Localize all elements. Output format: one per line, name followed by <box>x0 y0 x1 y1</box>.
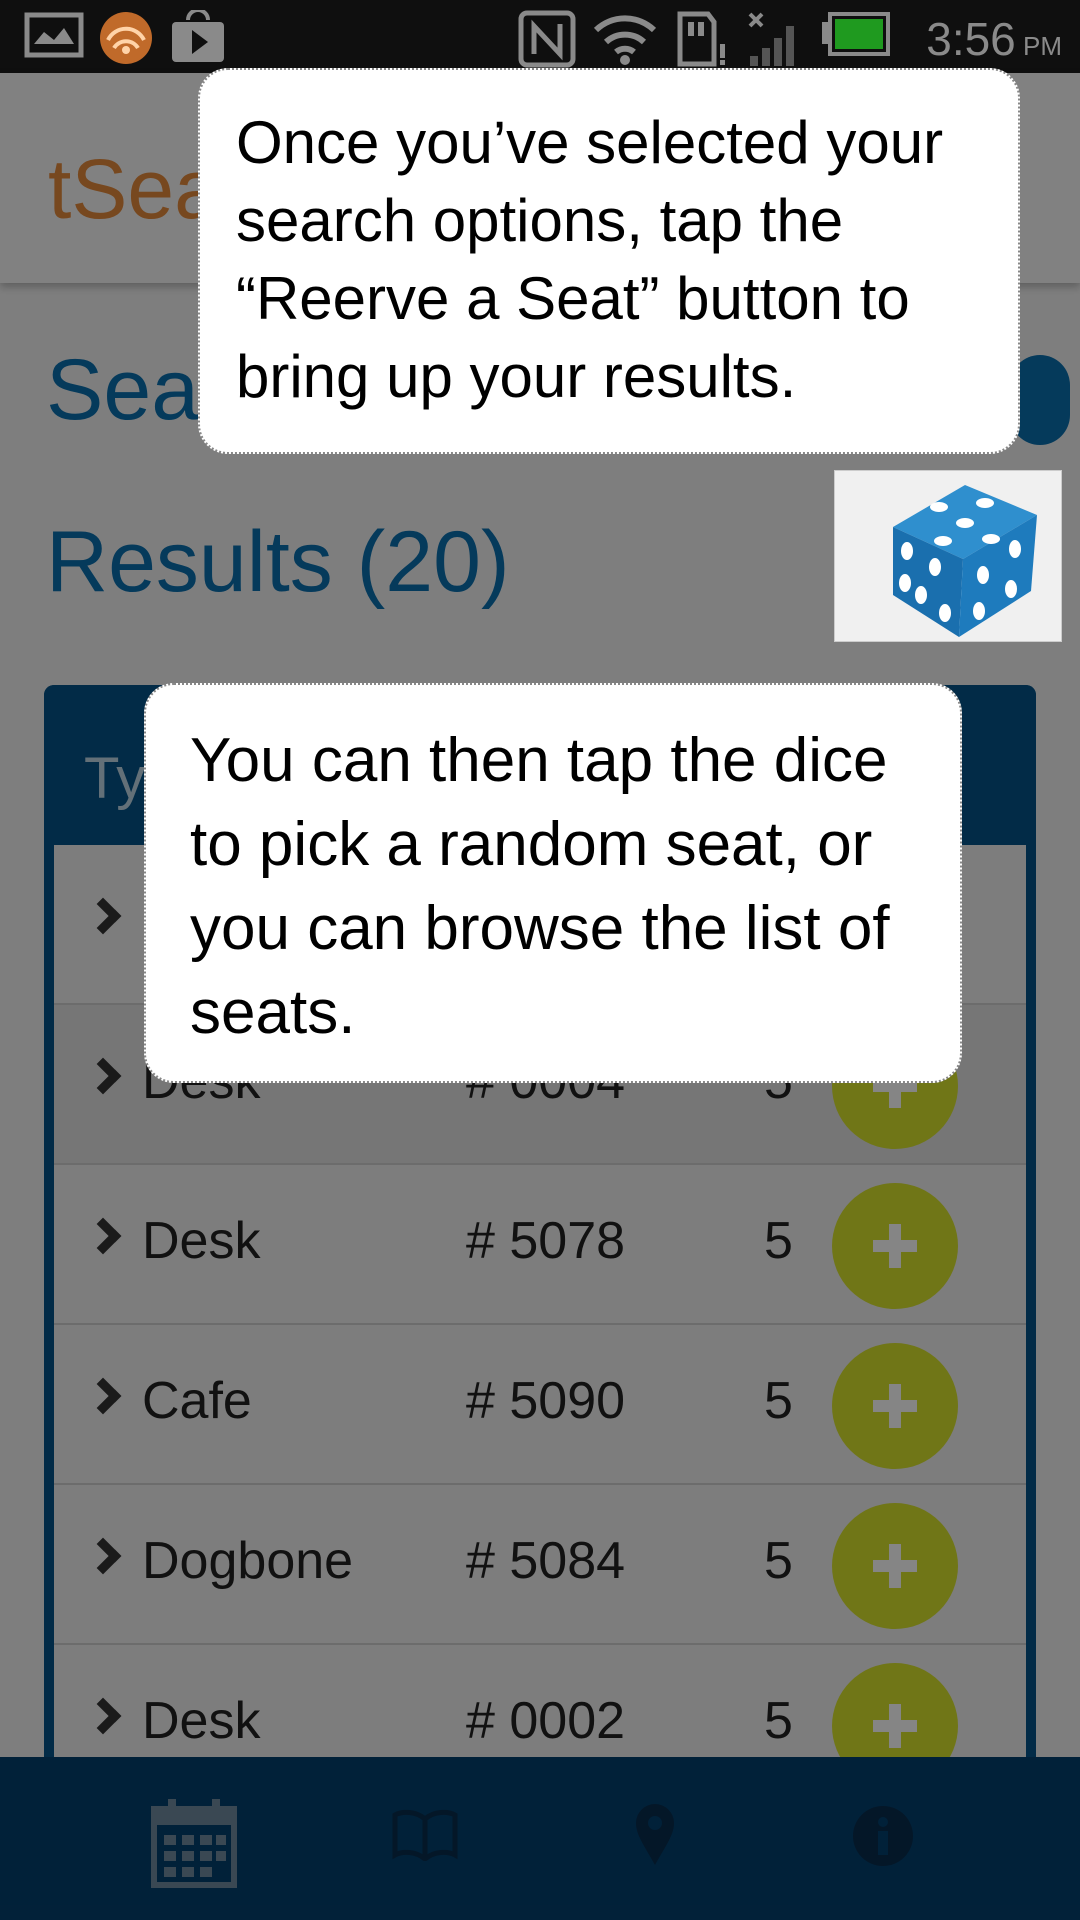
tutorial-bubble-reserve: Once you’ve selected your search options… <box>198 68 1020 454</box>
clock: 3:56 PM <box>926 13 1062 65</box>
nfc-icon <box>518 10 576 68</box>
dice-icon <box>893 485 1037 637</box>
status-bar: 3:56 PM <box>0 0 1080 73</box>
tutorial-bubble-dice: You can then tap the dice to pick a rand… <box>144 683 962 1083</box>
no-signal-icon <box>748 12 794 66</box>
play-store-icon <box>172 10 224 62</box>
random-seat-dice-button[interactable] <box>834 470 1062 642</box>
photo-icon <box>24 12 84 58</box>
wifi-icon <box>593 15 657 65</box>
battery-icon <box>822 12 890 56</box>
wifi-hotspot-icon <box>100 12 152 64</box>
sd-card-icon <box>677 11 725 67</box>
